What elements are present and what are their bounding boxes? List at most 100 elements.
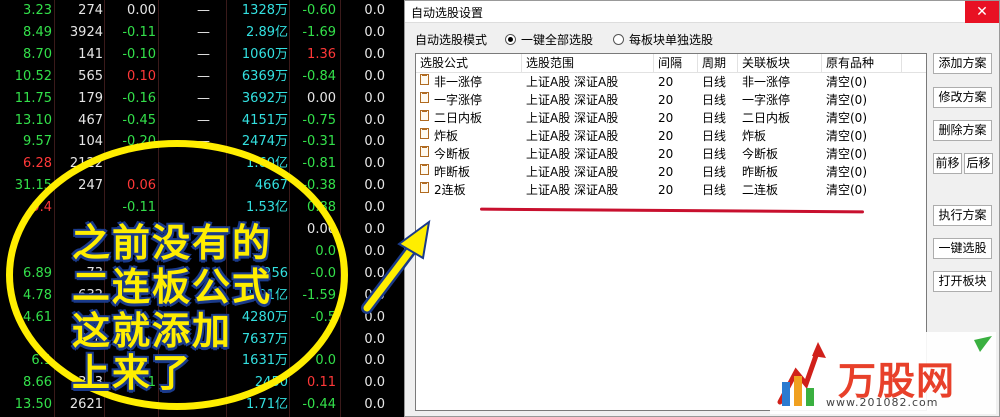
- list-item[interactable]: 炸板 上证A股 深证A股 20 日线 炸板 清空(0): [416, 128, 926, 145]
- formula-document-icon: [420, 74, 429, 85]
- list-cell-period: 日线: [702, 93, 727, 107]
- stock-cell: 8.70: [23, 46, 52, 62]
- list-cell-period: 日线: [702, 147, 727, 161]
- list-cell-range: 上证A股 深证A股: [526, 147, 619, 161]
- stock-cell: 0.00: [127, 3, 156, 18]
- stock-row[interactable]: 8.70 141 -0.10 — 1060万 1.36 0.0: [0, 45, 408, 65]
- stock-cell: 2621: [69, 397, 103, 413]
- list-cell-formula: 非一涨停: [434, 75, 483, 89]
- annotation-text-line4: 上来了: [72, 351, 193, 395]
- stock-cell: 2.89亿: [246, 24, 288, 40]
- stock-cell: -0.44: [302, 397, 336, 413]
- stock-cell: -1.69: [302, 24, 336, 40]
- brand-url: www.201082.com: [826, 396, 939, 409]
- stock-cell: -0.10: [122, 46, 156, 62]
- stock-cell: -0.31: [302, 134, 336, 150]
- one-click-selection-button[interactable]: 一键选股: [933, 238, 992, 259]
- dialog-title: 自动选股设置: [411, 6, 484, 20]
- radio-all-selection[interactable]: 一键全部选股: [505, 31, 593, 48]
- stock-cell: 565: [78, 68, 103, 84]
- list-cell-formula: 炸板: [434, 129, 459, 143]
- stock-cell: -0.84: [302, 68, 336, 84]
- radio-checked-icon: [505, 34, 516, 45]
- selection-mode-label: 自动选股模式: [415, 33, 488, 47]
- stock-row[interactable]: 10.52 565 0.10 — 6369万 -0.84 0.0: [0, 67, 408, 87]
- stock-cell: 104: [78, 134, 103, 150]
- stock-cell: 141: [78, 46, 103, 62]
- add-scheme-button[interactable]: 添加方案: [933, 53, 992, 74]
- list-cell-sector: 炸板: [742, 129, 767, 143]
- stock-cell: 0.00: [307, 90, 336, 106]
- list-cell-orig: 清空(0): [826, 75, 867, 89]
- stock-cell: 3.23: [23, 3, 52, 18]
- list-cell-formula: 今断板: [434, 147, 471, 161]
- column-header-period[interactable]: 周期: [698, 54, 738, 73]
- stock-row[interactable]: 8.49 3924 -0.11 — 2.89亿 -1.69 0.0: [0, 23, 408, 43]
- move-down-button[interactable]: 后移: [964, 153, 993, 174]
- stock-cell: 0.0: [364, 90, 385, 106]
- stock-cell: 3924: [69, 24, 103, 40]
- execute-scheme-button[interactable]: 执行方案: [933, 205, 992, 226]
- radio-each-sector-selection[interactable]: 每板块单独选股: [613, 31, 713, 48]
- stock-cell: 0.0: [364, 353, 385, 369]
- list-cell-interval: 20: [658, 111, 674, 125]
- list-item[interactable]: 非一涨停 上证A股 深证A股 20 日线 非一涨停 清空(0): [416, 74, 926, 91]
- list-cell-interval: 20: [658, 75, 674, 89]
- column-header-formula[interactable]: 选股公式: [416, 54, 522, 73]
- stock-cell: 13.50: [14, 397, 52, 413]
- stock-cell: 0.0: [364, 24, 385, 40]
- stock-cell: -0.81: [302, 156, 336, 172]
- close-button[interactable]: ✕: [965, 1, 999, 23]
- list-item[interactable]: 2连板 上证A股 深证A股 20 日线 二连板 清空(0): [416, 182, 926, 199]
- stock-cell: 0.0: [364, 375, 385, 391]
- delete-scheme-button[interactable]: 删除方案: [933, 120, 992, 141]
- list-cell-range: 上证A股 深证A股: [526, 93, 619, 107]
- list-item[interactable]: 一字涨停 上证A股 深证A股 20 日线 一字涨停 清空(0): [416, 92, 926, 109]
- stock-row[interactable]: 3.23 274 0.00 — 1328万 -0.60 0.0: [0, 1, 408, 21]
- list-cell-interval: 20: [658, 129, 674, 143]
- stock-cell: 0.10: [127, 68, 156, 84]
- column-header-original[interactable]: 原有品种: [822, 54, 902, 73]
- stock-cell: -0.60: [302, 3, 336, 18]
- formula-document-icon: [420, 182, 429, 193]
- stock-cell: 0.0: [364, 46, 385, 62]
- stock-cell: 0.0: [364, 112, 385, 128]
- list-cell-range: 上证A股 深证A股: [526, 183, 619, 197]
- list-item[interactable]: 今断板 上证A股 深证A股 20 日线 今断板 清空(0): [416, 146, 926, 163]
- stock-cell: 9.57: [23, 134, 52, 150]
- stock-cell: 0.0: [364, 156, 385, 172]
- list-cell-sector: 二日内板: [742, 111, 791, 125]
- stock-cell: 6.28: [23, 156, 52, 172]
- list-cell-formula: 一字涨停: [434, 93, 483, 107]
- stock-cell: —: [197, 68, 210, 84]
- modify-scheme-button[interactable]: 修改方案: [933, 87, 992, 108]
- stock-cell: —: [197, 90, 210, 106]
- annotation-arrow-icon: [361, 219, 431, 314]
- column-header-range[interactable]: 选股范围: [522, 54, 654, 73]
- list-header: 选股公式 选股范围 间隔 周期 关联板块 原有品种: [416, 54, 926, 73]
- column-header-interval[interactable]: 间隔: [654, 54, 698, 73]
- list-cell-formula: 昨断板: [434, 165, 471, 179]
- list-cell-range: 上证A股 深证A股: [526, 75, 619, 89]
- stock-row[interactable]: 11.75 179 -0.16 — 3692万 0.00 0.0: [0, 89, 408, 109]
- stock-cell: -0.75: [302, 112, 336, 128]
- list-cell-sector: 今断板: [742, 147, 779, 161]
- stock-row[interactable]: 13.10 467 -0.45 — 4151万 -0.75 0.0: [0, 111, 408, 131]
- column-header-sector[interactable]: 关联板块: [738, 54, 822, 73]
- move-up-button[interactable]: 前移: [933, 153, 962, 174]
- list-cell-period: 日线: [702, 75, 727, 89]
- list-cell-interval: 20: [658, 147, 674, 161]
- list-item[interactable]: 昨断板 上证A股 深证A股 20 日线 昨断板 清空(0): [416, 164, 926, 181]
- list-cell-orig: 清空(0): [826, 183, 867, 197]
- list-cell-interval: 20: [658, 165, 674, 179]
- title-bar[interactable]: 自动选股设置 ✕: [405, 1, 999, 23]
- open-sector-button[interactable]: 打开板块: [933, 271, 992, 292]
- stock-cell: —: [197, 3, 210, 18]
- formula-document-icon: [420, 146, 429, 157]
- radio-each-label: 每板块单独选股: [629, 33, 714, 47]
- stock-cell: 0.0: [364, 397, 385, 413]
- list-item[interactable]: 二日内板 上证A股 深证A股 20 日线 二日内板 清空(0): [416, 110, 926, 127]
- stock-cell: 467: [78, 112, 103, 128]
- stock-cell: 1.36: [307, 46, 336, 62]
- list-cell-orig: 清空(0): [826, 129, 867, 143]
